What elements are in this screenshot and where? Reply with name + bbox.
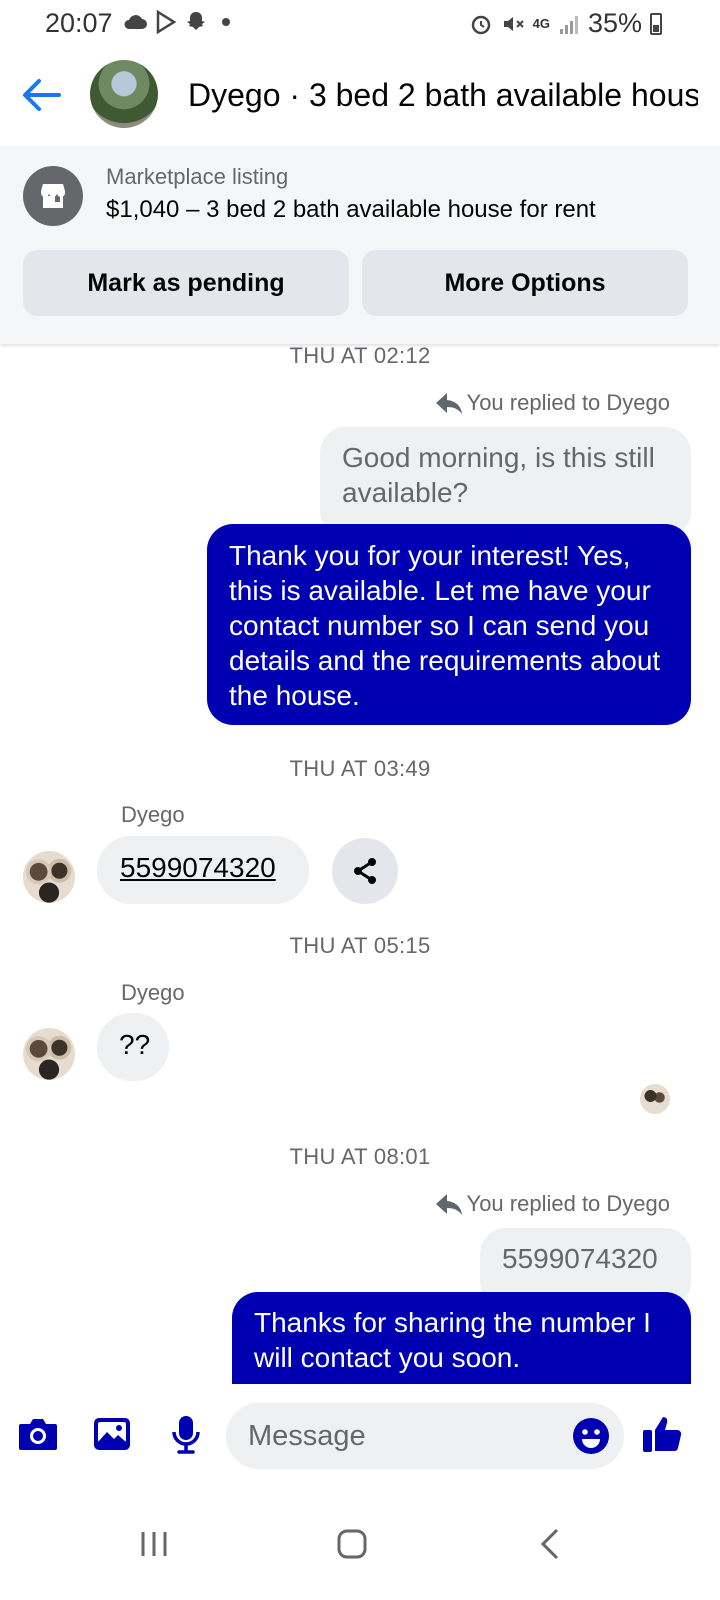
arrow-left-icon (23, 79, 61, 111)
signal-icon (559, 15, 578, 34)
camera-icon (19, 1419, 57, 1450)
camera-button[interactable] (14, 1410, 62, 1458)
status-notification-icons (122, 10, 230, 34)
message-input[interactable] (226, 1403, 624, 1469)
system-navigation-bar (0, 1488, 720, 1600)
reply-indicator: You replied to Dyego (435, 390, 670, 416)
message-timestamp: THU AT 05:15 (289, 933, 431, 958)
battery-percentage: 35% (587, 8, 642, 38)
phone-number-message-bubble[interactable]: 5599074320 (97, 836, 309, 904)
smiley-icon (573, 1418, 609, 1454)
outgoing-message-bubble[interactable]: Thank you for your interest! Yes, this i… (207, 524, 691, 725)
reply-indicator-text: You replied to Dyego (466, 390, 670, 415)
alarm-icon (471, 15, 490, 34)
status-bar: 20:07 4G 35% (0, 0, 720, 46)
conversation-header: Dyego · 3 bed 2 bath available house for… (0, 52, 720, 140)
listing-label: Marketplace listing (106, 164, 289, 189)
outgoing-message-bubble[interactable]: Thanks for sharing the number I will con… (232, 1292, 691, 1384)
microphone-icon (172, 1416, 200, 1454)
notification-dot-icon (222, 18, 230, 26)
sender-avatar[interactable] (23, 851, 75, 903)
status-time: 20:07 (45, 8, 113, 38)
voice-message-button[interactable] (162, 1410, 210, 1458)
recent-apps-button[interactable] (124, 1522, 184, 1566)
emoji-button[interactable] (572, 1417, 610, 1455)
reply-indicator-text: You replied to Dyego (466, 1191, 670, 1216)
home-icon (337, 1529, 367, 1559)
sender-name: Dyego (121, 980, 185, 1005)
back-nav-button[interactable] (520, 1522, 580, 1566)
incoming-message-bubble[interactable]: ?? (97, 1013, 169, 1081)
image-icon (94, 1418, 130, 1450)
message-timestamp: THU AT 02:12 (289, 343, 431, 368)
battery-icon (650, 12, 662, 35)
gallery-button[interactable] (88, 1410, 136, 1458)
listing-title[interactable]: $1,040 – 3 bed 2 bath available house fo… (106, 196, 596, 224)
reply-arrow-icon (435, 1194, 462, 1215)
message-timestamp: THU AT 08:01 (289, 1144, 431, 1169)
reply-arrow-icon (435, 393, 462, 414)
conversation-title[interactable]: Dyego · 3 bed 2 bath available house for… (188, 77, 698, 114)
mark-as-pending-button[interactable]: Mark as pending (23, 250, 349, 316)
cloud-icon (124, 15, 147, 29)
play-store-icon (156, 10, 177, 34)
chevron-left-icon (540, 1528, 559, 1560)
thumbs-up-icon (643, 1417, 682, 1452)
status-system-icons: 4G 35% (469, 8, 662, 39)
share-icon (354, 858, 376, 884)
message-timestamp: THU AT 03:49 (289, 756, 431, 781)
mute-icon (503, 16, 524, 31)
quoted-message-bubble[interactable]: Good morning, is this still available? (320, 427, 691, 537)
reply-indicator: You replied to Dyego (435, 1191, 670, 1217)
like-button[interactable] (638, 1410, 686, 1458)
storefront-icon (23, 166, 83, 226)
message-composer (0, 1388, 720, 1488)
share-button[interactable] (332, 838, 398, 904)
sender-avatar[interactable] (23, 1028, 75, 1080)
home-button[interactable] (322, 1522, 382, 1566)
recent-apps-icon (141, 1532, 167, 1556)
back-button[interactable] (18, 72, 64, 118)
more-options-button[interactable]: More Options (362, 250, 688, 316)
marketplace-listing-panel: Marketplace listing $1,040 – 3 bed 2 bat… (0, 146, 720, 344)
network-type-label: 4G (532, 15, 550, 31)
snapchat-icon (187, 12, 205, 30)
sender-name: Dyego (121, 802, 185, 827)
read-receipt-avatar (640, 1084, 670, 1114)
listing-thumbnail-avatar[interactable] (90, 60, 158, 128)
